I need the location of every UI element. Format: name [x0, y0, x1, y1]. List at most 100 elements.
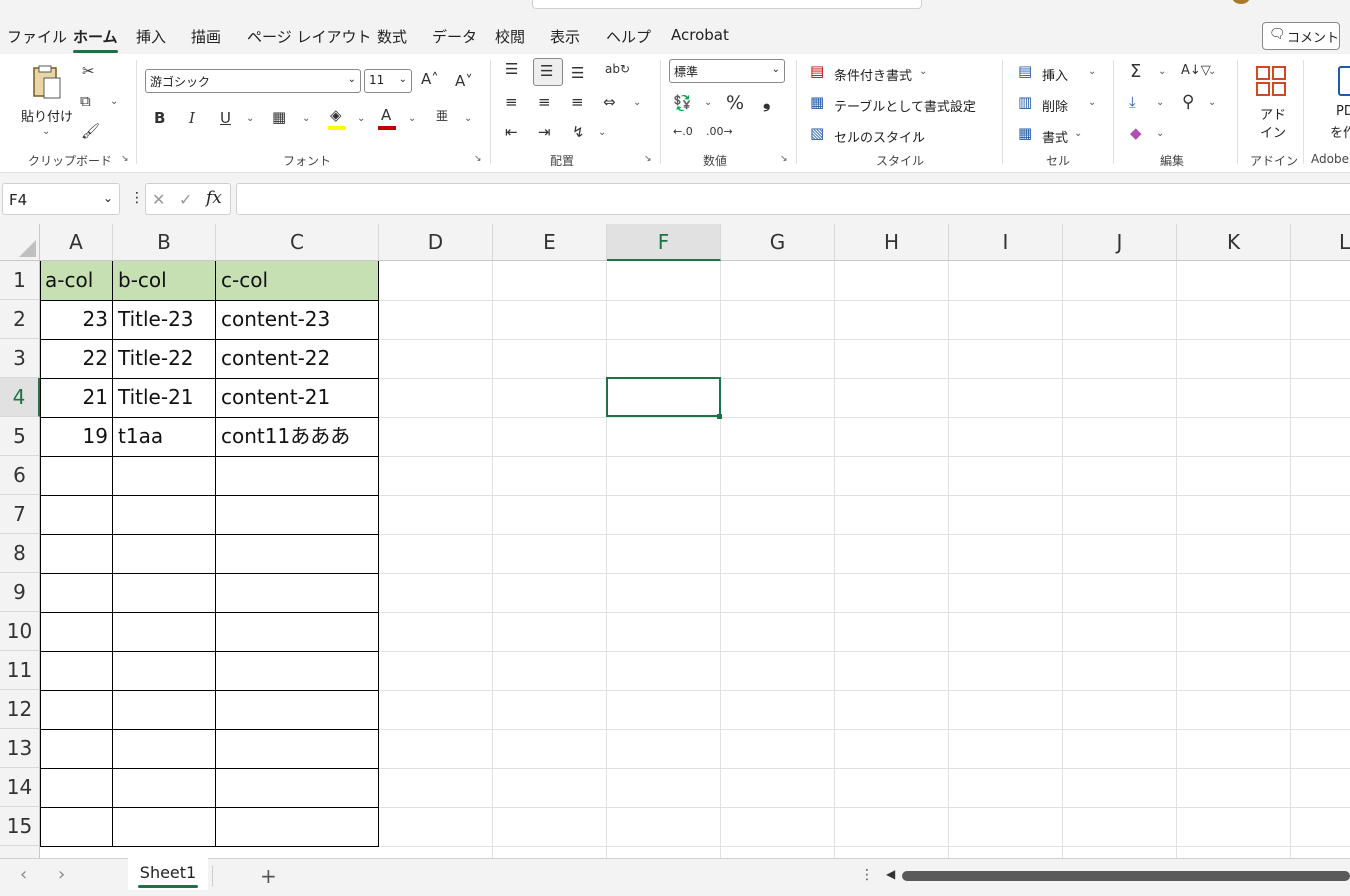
create-pdf-icon[interactable]	[1338, 66, 1350, 96]
format-cells-button[interactable]: 書式	[1042, 127, 1068, 146]
chevron-down-icon[interactable]: ⌄	[246, 113, 254, 124]
format-cells-icon[interactable]: ▦	[1018, 126, 1032, 141]
select-all-button[interactable]	[0, 224, 40, 261]
row-header-8[interactable]: 8	[0, 534, 40, 573]
sheet-tab-sheet1[interactable]: Sheet1	[128, 858, 208, 890]
addins-label-line2[interactable]: イン	[1260, 122, 1286, 141]
horizontal-scrollbar[interactable]	[902, 871, 1350, 881]
decrease-indent-icon[interactable]: ⇤	[505, 125, 518, 140]
autosum-icon[interactable]: Σ	[1130, 63, 1141, 81]
selected-cell-f4[interactable]	[606, 377, 721, 417]
bold-button[interactable]: B	[154, 111, 165, 126]
row-header-2[interactable]: 2	[0, 300, 40, 339]
insert-cells-button[interactable]: 挿入	[1042, 65, 1068, 84]
name-box[interactable]: F4 ⌄	[2, 183, 120, 215]
sort-filter-icon[interactable]: A↓▽	[1181, 64, 1211, 77]
cell-a2[interactable]: 23	[40, 300, 113, 339]
chevron-down-icon[interactable]: ⌄	[1158, 66, 1166, 77]
row-header-3[interactable]: 3	[0, 339, 40, 378]
chevron-left-icon[interactable]: ‹	[20, 864, 27, 885]
decrease-decimal-icon[interactable]: .00→	[706, 126, 733, 137]
chevron-down-icon[interactable]: ⌄	[1088, 66, 1096, 77]
more-options-icon[interactable]: ⋮	[860, 867, 874, 883]
chevron-down-icon[interactable]: ⌄	[464, 113, 472, 124]
underline-button[interactable]: U	[220, 111, 231, 126]
cell-b5[interactable]: t1aa	[113, 417, 216, 456]
format-painter-icon[interactable]: 🖌	[81, 124, 100, 139]
currency-icon[interactable]: 💱	[673, 96, 692, 111]
format-as-table-button[interactable]: テーブルとして書式設定	[834, 96, 976, 115]
column-header-c[interactable]: C	[216, 224, 379, 261]
tab-data[interactable]: データ	[432, 26, 477, 47]
chevron-down-icon[interactable]: ⌄	[919, 66, 927, 77]
dialog-launcher-icon[interactable]: ↘	[121, 154, 129, 164]
column-header-k[interactable]: K	[1177, 224, 1291, 261]
row-header-12[interactable]: 12	[0, 690, 40, 729]
insert-cells-icon[interactable]: ▤	[1018, 64, 1032, 79]
tab-review[interactable]: 校閲	[495, 26, 525, 47]
worksheet-grid[interactable]: A B C D E F G H I J K L 1 2 3 4 5 6 7 8 …	[0, 224, 1350, 858]
column-header-j[interactable]: J	[1063, 224, 1177, 261]
delete-cells-button[interactable]: 削除	[1042, 96, 1068, 115]
row-header-4[interactable]: 4	[0, 378, 40, 417]
row-header-11[interactable]: 11	[0, 651, 40, 690]
paste-label[interactable]: 貼り付け	[21, 106, 73, 125]
cancel-icon[interactable]: ✕	[152, 190, 165, 209]
font-color-icon[interactable]: A	[378, 108, 398, 130]
row-header-13[interactable]: 13	[0, 729, 40, 768]
more-options-icon[interactable]: ⋮	[130, 190, 144, 206]
column-header-e[interactable]: E	[493, 224, 607, 261]
cell-styles-icon[interactable]: ▧	[810, 126, 824, 141]
tab-home[interactable]: ホーム	[73, 26, 118, 53]
chevron-down-icon[interactable]: ⌄	[969, 97, 977, 108]
dialog-launcher-icon[interactable]: ↘	[644, 154, 652, 164]
chevron-down-icon[interactable]: ⌄	[1156, 97, 1164, 108]
cell-b2[interactable]: Title-23	[113, 300, 216, 339]
cell-a3[interactable]: 22	[40, 339, 113, 378]
tab-page-layout[interactable]: ページ レイアウト	[247, 26, 371, 47]
row-header-6[interactable]: 6	[0, 456, 40, 495]
chevron-down-icon[interactable]: ⌄	[1208, 97, 1216, 108]
comma-button[interactable]: ❟	[763, 92, 770, 111]
column-header-d[interactable]: D	[379, 224, 493, 261]
row-header-15[interactable]: 15	[0, 807, 40, 846]
chevron-down-icon[interactable]: ⌄	[1208, 66, 1216, 77]
row-header-10[interactable]: 10	[0, 612, 40, 651]
insert-function-button[interactable]: fx	[206, 188, 222, 208]
cell-c5[interactable]: cont11あああ	[216, 417, 379, 456]
conditional-format-button[interactable]: 条件付き書式	[834, 65, 912, 84]
column-header-l[interactable]: L	[1291, 224, 1350, 261]
row-header-9[interactable]: 9	[0, 573, 40, 612]
comment-button[interactable]: 🗨 コメント	[1262, 22, 1340, 50]
fill-color-icon[interactable]: ◈	[328, 108, 348, 130]
cell-a1[interactable]: a-col	[40, 261, 113, 300]
addins-label-line1[interactable]: アド	[1260, 104, 1286, 123]
tab-formulas[interactable]: 数式	[377, 26, 407, 47]
merge-center-icon[interactable]: ⇔	[603, 95, 616, 110]
adobe-label-line1[interactable]: PD	[1336, 104, 1350, 119]
chevron-right-icon[interactable]: ›	[58, 864, 65, 885]
column-header-i[interactable]: I	[949, 224, 1063, 261]
column-header-b[interactable]: B	[113, 224, 216, 261]
cell-c2[interactable]: content-23	[216, 300, 379, 339]
title-search-box[interactable]	[532, 0, 922, 9]
format-as-table-icon[interactable]: ▦	[810, 95, 824, 110]
find-select-icon[interactable]: ⚲	[1182, 94, 1194, 111]
chevron-down-icon[interactable]: ⌄	[1074, 128, 1082, 139]
cell-styles-button[interactable]: セルのスタイル	[834, 127, 925, 146]
cell-a5[interactable]: 19	[40, 417, 113, 456]
row-header-5[interactable]: 5	[0, 417, 40, 456]
border-icon[interactable]: ▦	[272, 110, 286, 125]
avatar[interactable]	[1232, 0, 1250, 4]
column-header-h[interactable]: H	[835, 224, 949, 261]
chevron-down-icon[interactable]: ⌄	[704, 97, 712, 108]
addins-icon[interactable]	[1254, 64, 1288, 98]
align-middle-button[interactable]: ☰	[533, 58, 563, 86]
scroll-left-icon[interactable]: ◀	[886, 867, 895, 881]
chevron-down-icon[interactable]: ⌄	[1088, 97, 1096, 108]
align-center-icon[interactable]: ≡	[538, 95, 551, 110]
align-top-icon[interactable]: ☰	[505, 62, 518, 77]
row-header-16[interactable]	[0, 846, 40, 858]
font-name-select[interactable]: 游ゴシック ⌄	[145, 69, 361, 93]
number-format-select[interactable]: 標準 ⌄	[669, 59, 785, 83]
